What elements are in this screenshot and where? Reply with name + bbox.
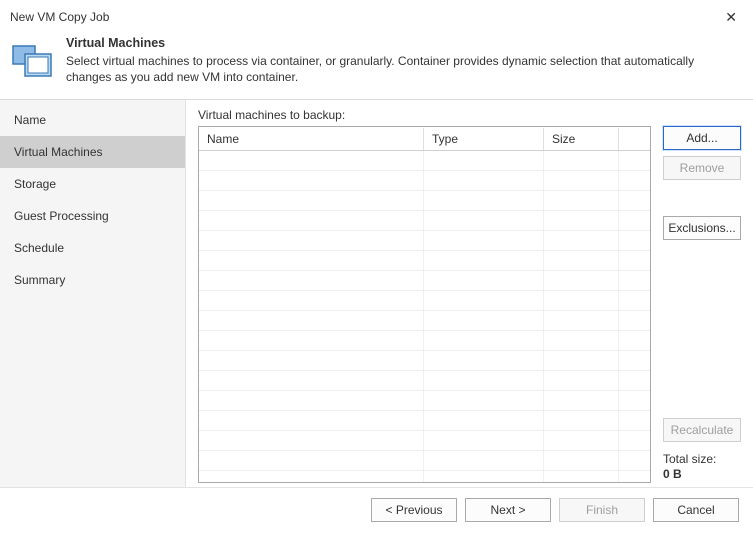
- sidebar-item-schedule[interactable]: Schedule: [0, 232, 185, 264]
- table-row[interactable]: [199, 431, 650, 451]
- remove-button[interactable]: Remove: [663, 156, 741, 180]
- table-row[interactable]: [199, 151, 650, 171]
- table-body[interactable]: [199, 151, 650, 482]
- table-row[interactable]: [199, 351, 650, 371]
- column-header-name[interactable]: Name: [199, 128, 424, 150]
- total-size-area: Total size: 0 B: [663, 452, 741, 483]
- column-header-size[interactable]: Size: [544, 128, 619, 150]
- table-row[interactable]: [199, 271, 650, 291]
- wizard-header: Virtual Machines Select virtual machines…: [0, 28, 753, 100]
- vm-table[interactable]: Name Type Size: [198, 126, 651, 483]
- table-row[interactable]: [199, 291, 650, 311]
- table-row[interactable]: [199, 231, 650, 251]
- recalculate-button[interactable]: Recalculate: [663, 418, 741, 442]
- table-header: Name Type Size: [199, 127, 650, 151]
- side-button-column: Add... Remove Exclusions... Recalculate …: [663, 108, 741, 483]
- titlebar: New VM Copy Job ✕: [0, 0, 753, 28]
- wizard-sidebar: Name Virtual Machines Storage Guest Proc…: [0, 100, 186, 487]
- main-panel: Virtual machines to backup: Name Type Si…: [186, 100, 753, 487]
- wizard-footer: < Previous Next > Finish Cancel: [0, 487, 753, 534]
- column-header-type[interactable]: Type: [424, 128, 544, 150]
- table-row[interactable]: [199, 311, 650, 331]
- table-row[interactable]: [199, 391, 650, 411]
- sidebar-item-name[interactable]: Name: [0, 104, 185, 136]
- sidebar-item-storage[interactable]: Storage: [0, 168, 185, 200]
- wizard-body: Name Virtual Machines Storage Guest Proc…: [0, 100, 753, 487]
- sidebar-item-summary[interactable]: Summary: [0, 264, 185, 296]
- table-row[interactable]: [199, 331, 650, 351]
- table-row[interactable]: [199, 471, 650, 482]
- vm-icon: [10, 36, 58, 78]
- list-label: Virtual machines to backup:: [198, 108, 651, 122]
- column-header-spacer: [619, 135, 650, 143]
- total-size-label: Total size:: [663, 452, 741, 468]
- table-row[interactable]: [199, 211, 650, 231]
- next-button[interactable]: Next >: [465, 498, 551, 522]
- sidebar-item-virtual-machines[interactable]: Virtual Machines: [0, 136, 185, 168]
- step-title: Virtual Machines: [66, 36, 739, 50]
- cancel-button[interactable]: Cancel: [653, 498, 739, 522]
- table-row[interactable]: [199, 411, 650, 431]
- table-row[interactable]: [199, 251, 650, 271]
- finish-button[interactable]: Finish: [559, 498, 645, 522]
- table-row[interactable]: [199, 451, 650, 471]
- close-icon[interactable]: ✕: [719, 9, 743, 26]
- window-title: New VM Copy Job: [10, 10, 109, 24]
- step-description: Select virtual machines to process via c…: [66, 53, 739, 85]
- exclusions-button[interactable]: Exclusions...: [663, 216, 741, 240]
- total-size-value: 0 B: [663, 467, 741, 483]
- table-row[interactable]: [199, 171, 650, 191]
- table-row[interactable]: [199, 191, 650, 211]
- add-button[interactable]: Add...: [663, 126, 741, 150]
- sidebar-item-guest-processing[interactable]: Guest Processing: [0, 200, 185, 232]
- previous-button[interactable]: < Previous: [371, 498, 457, 522]
- table-row[interactable]: [199, 371, 650, 391]
